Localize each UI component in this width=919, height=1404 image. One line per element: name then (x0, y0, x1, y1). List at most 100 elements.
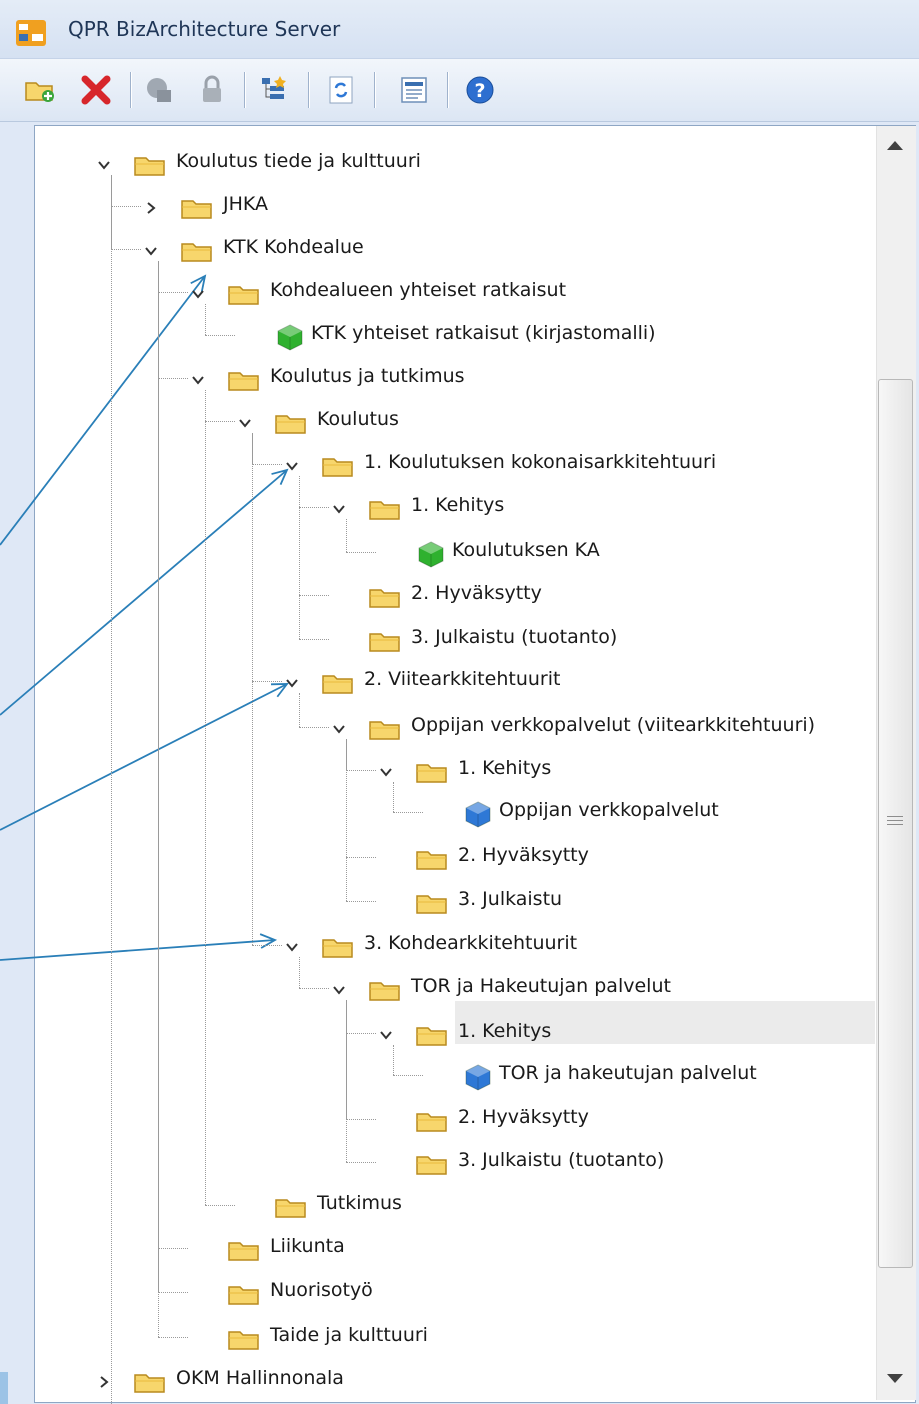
folder-icon (181, 196, 213, 220)
annotation-arrow (0, 683, 288, 831)
tree-node-label[interactable]: OKM Hallinnonala (176, 1366, 344, 1390)
tree-node-label[interactable]: Kohdealueen yhteiset ratkaisut (270, 278, 566, 302)
annotation-arrow (0, 469, 288, 716)
folder-icon (228, 1238, 260, 1262)
tree-connector (346, 552, 376, 553)
collapse-chevron-icon[interactable] (238, 415, 252, 429)
collapse-chevron-icon[interactable] (379, 1027, 393, 1041)
folder-icon (369, 497, 401, 521)
tree-node-label[interactable]: Koulutus tiede ja kulttuuri (176, 149, 421, 173)
tree-node-label[interactable]: Koulutus ja tutkimus (270, 364, 465, 388)
folder-icon (228, 282, 260, 306)
folder-icon (416, 847, 448, 871)
tree-connector (111, 206, 141, 207)
tree-connector (252, 433, 253, 945)
tree-connector (205, 1205, 235, 1206)
tree-node-label[interactable]: 3. Julkaistu (tuotanto) (411, 625, 617, 649)
collapse-chevron-icon[interactable] (144, 243, 158, 257)
tree-node-label[interactable]: 2. Hyväksytty (411, 581, 542, 605)
tree-node-label[interactable]: 3. Julkaistu (tuotanto) (458, 1148, 664, 1172)
tree-connector (346, 1000, 347, 1162)
tree-node-label[interactable]: KTK Kohdealue (223, 235, 364, 259)
tree-connector (158, 292, 188, 293)
tree-connector (299, 639, 329, 640)
tree-connector (205, 421, 235, 422)
collapse-chevron-icon[interactable] (285, 458, 299, 472)
folder-icon (228, 368, 260, 392)
collapse-chevron-icon[interactable] (332, 721, 346, 735)
collapse-chevron-icon[interactable] (285, 939, 299, 953)
tree-node-label[interactable]: Liikunta (270, 1234, 345, 1258)
folder-icon (322, 671, 354, 695)
tree-connector (299, 507, 329, 508)
tree-connector (252, 681, 282, 682)
tree-connector (299, 476, 300, 639)
tree-node-label[interactable]: JHKA (223, 192, 268, 216)
tree-node-label[interactable]: 3. Kohdearkkitehtuurit (364, 931, 577, 955)
tree-connector (158, 1337, 188, 1338)
collapse-chevron-icon[interactable] (191, 372, 205, 386)
folder-icon (416, 1152, 448, 1176)
folder-icon (275, 1195, 307, 1219)
folder-icon (369, 978, 401, 1002)
blue-model-cube-icon (463, 799, 493, 829)
folder-icon (228, 1282, 260, 1306)
folder-icon (181, 239, 213, 263)
tree-connector (111, 175, 112, 1404)
tree-connector (205, 390, 206, 1205)
folder-icon (416, 760, 448, 784)
tree-node-label[interactable]: KTK yhteiset ratkaisut (kirjastomalli) (311, 321, 656, 345)
tree-node-label[interactable]: Oppijan verkkopalvelut (viitearkkitehtuu… (411, 713, 815, 737)
folder-icon (322, 454, 354, 478)
tree-connector (346, 1162, 376, 1163)
collapse-chevron-icon[interactable] (191, 286, 205, 300)
tree-node-label[interactable]: TOR ja hakeutujan palvelut (499, 1061, 757, 1085)
collapse-chevron-icon[interactable] (379, 764, 393, 778)
tree-connector (346, 1119, 376, 1120)
collapse-chevron-icon[interactable] (285, 675, 299, 689)
folder-icon (134, 1370, 166, 1394)
tree-node-label[interactable]: 1. Koulutuksen kokonaisarkkitehtuuri (364, 450, 716, 474)
tree-connector (205, 335, 235, 336)
folder-icon (416, 1109, 448, 1133)
folder-icon (134, 153, 166, 177)
tree-connector (346, 1033, 376, 1034)
expand-chevron-icon[interactable] (97, 1374, 111, 1388)
green-model-cube-icon (275, 322, 305, 352)
blue-model-cube-icon (463, 1062, 493, 1092)
tree-connector (252, 945, 282, 946)
tree-node-label[interactable]: Taide ja kulttuuri (270, 1323, 428, 1347)
collapse-chevron-icon[interactable] (332, 982, 346, 996)
tree-node-label[interactable]: 1. Kehitys (458, 1019, 551, 1043)
tree-node-label[interactable]: 2. Hyväksytty (458, 1105, 589, 1129)
tree-connector (346, 739, 347, 901)
tree-connector (158, 378, 188, 379)
tree-connector (346, 770, 376, 771)
tree-node-label[interactable]: 2. Viitearkkitehtuurit (364, 667, 560, 691)
tree-node-label[interactable]: Koulutus (317, 407, 399, 431)
collapse-chevron-icon[interactable] (332, 501, 346, 515)
tree-connector (158, 261, 159, 1337)
folder-icon (322, 935, 354, 959)
tree-node-label[interactable]: Nuorisotyö (270, 1278, 373, 1302)
expand-chevron-icon[interactable] (144, 200, 158, 214)
folder-icon (369, 585, 401, 609)
folder-icon (416, 1023, 448, 1047)
tree-node-label[interactable]: 1. Kehitys (411, 493, 504, 517)
tree-connector (299, 595, 329, 596)
tree-node-label[interactable]: 3. Julkaistu (458, 887, 562, 911)
tree-node-label[interactable]: Oppijan verkkopalvelut (499, 798, 719, 822)
tree-connector (346, 901, 376, 902)
tree-connector (393, 812, 423, 813)
tree-connector (346, 857, 376, 858)
folder-icon (275, 411, 307, 435)
folder-icon (416, 891, 448, 915)
tree-node-label[interactable]: Koulutuksen KA (452, 538, 600, 562)
tree-node-label[interactable]: 2. Hyväksytty (458, 843, 589, 867)
collapse-chevron-icon[interactable] (97, 157, 111, 171)
tree-node-label[interactable]: 1. Kehitys (458, 756, 551, 780)
tree-node-label[interactable]: TOR ja Hakeutujan palvelut (411, 974, 671, 998)
folder-icon (369, 717, 401, 741)
tree-node-label[interactable]: Tutkimus (317, 1191, 402, 1215)
green-model-cube-icon (416, 539, 446, 569)
